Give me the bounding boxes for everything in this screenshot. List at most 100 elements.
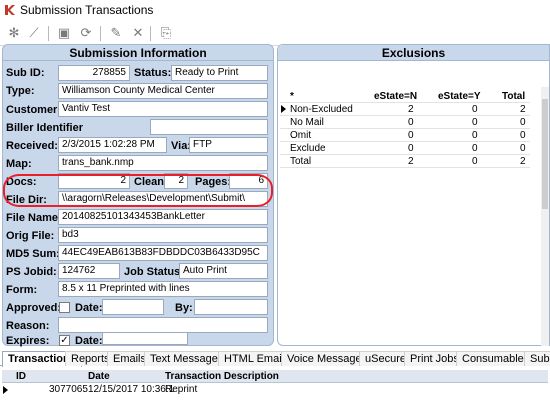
map-field[interactable]: trans_bank.nmp: [58, 155, 268, 171]
grid-header-cell: eState=Y: [438, 91, 481, 102]
expires-checkbox[interactable]: ✓: [59, 335, 70, 346]
app-logo-icon: [5, 5, 15, 15]
save-icon[interactable]: ▣: [54, 24, 74, 42]
grid-row[interactable]: No Mail 0 0 0: [280, 116, 530, 129]
grid-cell: 0: [408, 117, 414, 128]
grid-row[interactable]: Exclude 0 0 0: [280, 142, 530, 155]
panel-title: Exclusions: [278, 45, 549, 61]
table-cell: 3077065: [49, 384, 88, 395]
window-title: Submission Transactions: [20, 3, 154, 17]
grid-cell: 0: [472, 117, 478, 128]
grid-cell: 2: [520, 156, 526, 167]
export-icon[interactable]: ⎘: [156, 24, 176, 42]
toolbar-separator: [100, 26, 101, 41]
toolbar-separator: [48, 26, 49, 41]
vertical-scrollbar[interactable]: [541, 87, 549, 346]
expires-date-label: Date:: [75, 335, 103, 347]
orig-file-field[interactable]: bd3: [58, 227, 268, 243]
toolbar-separator: [150, 26, 151, 41]
map-label: Map:: [6, 158, 32, 170]
file-dir-highlight: [3, 174, 273, 207]
expires-date-field[interactable]: [102, 332, 188, 345]
panel-title: Submission Information: [3, 45, 273, 61]
form-label: Form:: [6, 284, 38, 296]
scrollbar-thumb[interactable]: [542, 99, 548, 209]
tab-submissions[interactable]: Subm: [524, 351, 550, 366]
grid-cell: 0: [520, 143, 526, 154]
job-status-label: Job Status:: [124, 266, 184, 278]
table-cell: Reprint: [165, 384, 198, 395]
sub-id-label: Sub ID:: [6, 67, 45, 79]
grid-cell: 0: [408, 143, 414, 154]
table-header-cell: Date: [88, 371, 110, 382]
customer-field[interactable]: Vantiv Test: [58, 101, 268, 117]
approved-date-label: Date:: [75, 302, 103, 314]
md5-sum-field[interactable]: 44EC49EAB613B83FDBDDC03B6433D95C: [58, 245, 268, 261]
table-header-cell: Transaction Description: [165, 371, 279, 382]
table-header-cell: ID: [16, 371, 26, 382]
grid-cell: Exclude: [290, 143, 326, 154]
status-field[interactable]: Ready to Print: [171, 65, 268, 81]
title-bar: Submission Transactions: [0, 0, 550, 19]
type-label: Type:: [6, 85, 35, 97]
grid-row[interactable]: Omit 0 0 0: [280, 129, 530, 142]
form-field[interactable]: 8.5 x 11 Preprinted with lines: [58, 281, 268, 297]
type-field[interactable]: Williamson County Medical Center: [58, 83, 268, 99]
md5-sum-label: MD5 Sum:: [6, 248, 60, 260]
via-label: Via:: [171, 140, 191, 152]
grid-cell: No Mail: [290, 117, 324, 128]
grid-header-cell: Total: [502, 91, 526, 102]
grid-cell: Omit: [290, 130, 312, 141]
tab-text-messages[interactable]: Text Messages: [144, 351, 230, 366]
exclusions-panel: Exclusions * eState=N eState=Y Total Non…: [277, 44, 550, 346]
ps-jobid-label: PS Jobid:: [6, 266, 57, 278]
transactions-table: ID Date Transaction Description 3077065 …: [2, 370, 548, 397]
biller-identifier-field[interactable]: [150, 119, 268, 135]
expires-label: Expires:: [6, 335, 50, 347]
grid-row[interactable]: Non-Excluded 2 0 2: [280, 103, 530, 116]
grid-cell: Total: [290, 156, 312, 167]
tab-strip: Transactions Reports Emails Text Message…: [0, 351, 550, 367]
reason-field[interactable]: [58, 317, 268, 333]
table-header: ID Date Transaction Description: [2, 370, 548, 383]
exclusions-grid: * eState=N eState=Y Total Non-Excluded 2…: [280, 90, 530, 168]
biller-identifier-label: Biller Identifier: [6, 122, 84, 134]
grid-header: * eState=N eState=Y Total: [280, 90, 530, 103]
file-name-label: File Name:: [6, 212, 62, 224]
job-status-field[interactable]: Auto Print: [179, 263, 268, 279]
table-row[interactable]: 3077065 12/15/2017 10:36:1 Reprint: [2, 383, 548, 397]
grid-cell: 0: [472, 143, 478, 154]
ps-jobid-field[interactable]: 124762: [58, 263, 120, 279]
received-label: Received:: [6, 140, 58, 152]
approved-label: Approved:: [6, 302, 61, 314]
grid-cell: 0: [408, 130, 414, 141]
grid-cell: Non-Excluded: [290, 104, 353, 115]
settings-icon[interactable]: ✻: [4, 24, 24, 42]
grid-cell: 0: [472, 104, 478, 115]
received-field[interactable]: 2/3/2015 1:02:28 PM: [58, 137, 167, 153]
toolbar: ✻ ⟋ ▣ ⟳ ✎ ✕ ⎘: [0, 22, 550, 46]
approved-date-field[interactable]: [102, 299, 164, 315]
reason-label: Reason:: [6, 320, 50, 332]
grid-cell: 0: [472, 156, 478, 167]
grid-cell: 2: [408, 104, 414, 115]
grid-cell: 2: [408, 156, 414, 167]
sub-id-field[interactable]: 278855: [58, 65, 130, 81]
row-selector-icon: [281, 105, 286, 113]
approved-by-field[interactable]: [194, 299, 268, 315]
row-selector-icon: [3, 386, 8, 394]
refresh-icon[interactable]: ⟳: [76, 24, 96, 42]
wand-icon[interactable]: ⟋: [24, 24, 44, 42]
grid-cell: 0: [520, 130, 526, 141]
delete-icon[interactable]: ✕: [128, 24, 148, 42]
edit-icon[interactable]: ✎: [106, 24, 126, 42]
grid-row[interactable]: Total 2 0 2: [280, 155, 530, 168]
approved-checkbox[interactable]: [59, 302, 70, 313]
grid-header-cell: eState=N: [374, 91, 418, 102]
file-name-field[interactable]: 20140825101343453BankLetter: [58, 209, 268, 225]
via-field[interactable]: FTP: [189, 137, 268, 153]
grid-cell: 0: [520, 117, 526, 128]
grid-cell: 0: [472, 130, 478, 141]
orig-file-label: Orig File:: [6, 230, 55, 242]
grid-cell: 2: [520, 104, 526, 115]
